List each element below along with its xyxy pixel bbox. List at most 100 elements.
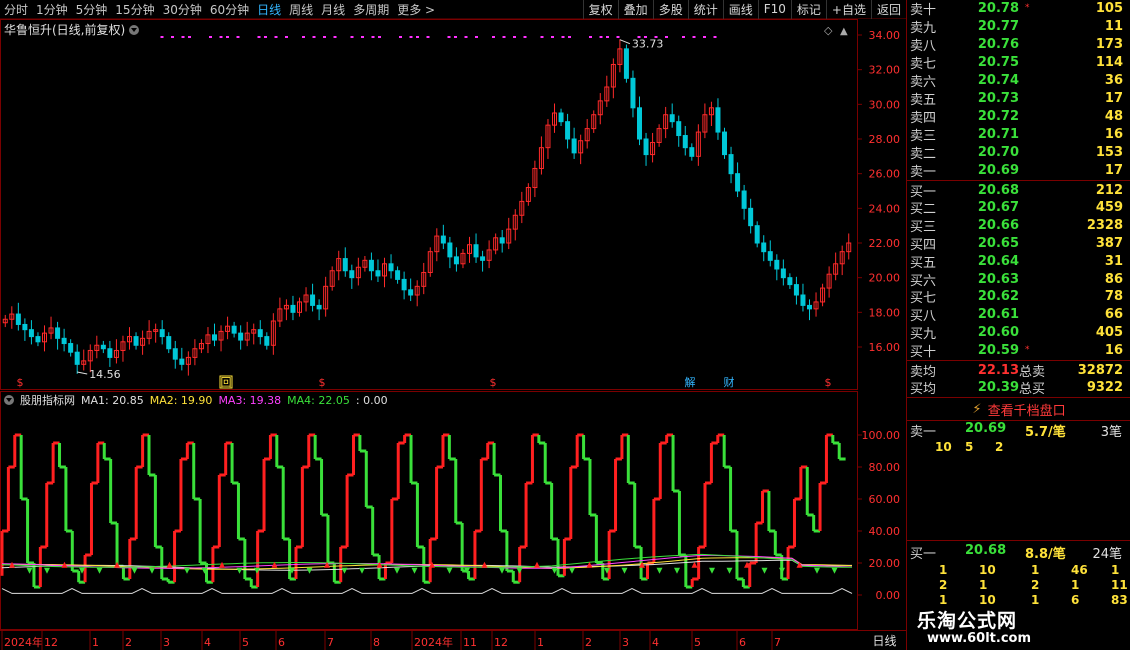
tab-timeframe-1[interactable]: 1分钟: [32, 1, 72, 18]
event-marker[interactable]: 财: [724, 375, 735, 389]
tool-button-8[interactable]: 返回: [870, 0, 906, 19]
tool-button-3[interactable]: 统计: [687, 0, 723, 19]
candle-body: [100, 344, 106, 350]
ask-label: 卖七: [910, 56, 937, 72]
bid-volume: 405: [1095, 324, 1123, 340]
event-marker[interactable]: $: [319, 376, 326, 389]
ask-label: 卖六: [910, 74, 937, 90]
signal-dot: [312, 36, 316, 38]
candle-body: [807, 304, 812, 310]
tool-button-6[interactable]: 标记: [790, 0, 826, 19]
bid-row-4[interactable]: 买五 20.64 31: [907, 252, 1130, 271]
bid-row-7[interactable]: 买八 20.61 66: [907, 306, 1130, 324]
ask-row-7[interactable]: 卖三 20.71 16: [907, 125, 1130, 144]
ask-row-9[interactable]: 卖一 20.69 17: [907, 161, 1130, 180]
ask-label: 卖八: [910, 38, 937, 54]
tab-timeframe-0[interactable]: 分时: [0, 1, 32, 18]
event-marker[interactable]: $: [825, 376, 832, 389]
event-marker[interactable]: 解: [685, 375, 696, 389]
bid-row-2[interactable]: 买三 20.66 2328: [907, 217, 1130, 235]
event-marker[interactable]: $: [17, 376, 24, 389]
candle-body: [748, 207, 754, 227]
signal-dot: [654, 36, 658, 38]
chart-area[interactable]: 34.0032.0030.0028.0026.0024.0022.0020.00…: [0, 19, 906, 650]
bid-row-0[interactable]: 买一 20.68 212: [907, 181, 1130, 200]
depth-button[interactable]: ⚡ 查看千档盘口: [907, 399, 1130, 419]
sell-arrow: [726, 567, 733, 574]
signal-dot: [540, 36, 544, 38]
ask-row-6[interactable]: 卖四 20.72 48: [907, 107, 1130, 126]
tab-timeframe-4[interactable]: 30分钟: [159, 1, 206, 18]
signal-dot: [226, 36, 229, 38]
ask-row-1[interactable]: 卖九 20.77 11: [907, 17, 1130, 36]
tool-button-0[interactable]: 复权: [582, 0, 618, 19]
tool-button-5[interactable]: F10: [757, 0, 791, 19]
ask-row-0[interactable]: 卖十 20.78 * 105: [907, 0, 1130, 18]
bid1-queue-item: 1: [939, 563, 948, 577]
bid-row-1[interactable]: 买二 20.67 459: [907, 199, 1130, 217]
candle-body: [565, 121, 571, 140]
bid-row-8[interactable]: 买九 20.60 405: [907, 323, 1130, 342]
ask-row-3[interactable]: 卖七 20.75 114: [907, 53, 1130, 72]
sell-arrow: [411, 567, 418, 574]
diamond-icon[interactable]: ◇: [824, 24, 833, 37]
signal-dot: [285, 36, 288, 38]
candle-body: [735, 173, 741, 192]
tab-timeframe-3[interactable]: 15分钟: [111, 1, 158, 18]
tool-button-2[interactable]: 多股: [652, 0, 688, 19]
candle-body: [761, 242, 767, 253]
signal-dot: [502, 36, 506, 38]
summary-price: 22.13: [977, 362, 1019, 378]
candle-body: [166, 336, 172, 350]
ask-row-2[interactable]: 卖八 20.76 173: [907, 35, 1130, 54]
tab-timeframe-5[interactable]: 60分钟: [206, 1, 253, 18]
bid-price: 20.64: [977, 253, 1019, 269]
candle-body: [342, 258, 348, 272]
sell-arrow: [621, 567, 628, 574]
depth-button-label: 查看千档盘口: [987, 403, 1066, 419]
tab-timeframe-2[interactable]: 5分钟: [72, 1, 112, 18]
ask-row-5[interactable]: 卖五 20.73 17: [907, 89, 1130, 108]
bid-row-9[interactable]: 买十 20.59 * 16: [907, 341, 1130, 360]
ask-row-4[interactable]: 卖六 20.74 36: [907, 71, 1130, 90]
tool-button-4[interactable]: 画线: [722, 0, 758, 19]
bid-volume: 387: [1095, 235, 1123, 251]
main-y-tick-label: 30.00: [869, 98, 901, 111]
bid-row-3[interactable]: 买四 20.65 387: [907, 234, 1130, 253]
signal-dot: [561, 36, 565, 38]
event-marker[interactable]: 回: [221, 376, 232, 389]
x-tick-label: 3: [163, 636, 170, 649]
tab-timeframe-9[interactable]: 多周期: [349, 1, 393, 18]
scroll-up-icon[interactable]: ▲: [840, 26, 848, 37]
tab-timeframe-6[interactable]: 日线: [253, 1, 285, 18]
ma3-label: MA3: 19.38: [218, 393, 282, 407]
signal-dot: [599, 36, 603, 38]
bid-row-5[interactable]: 买六 20.63 86: [907, 270, 1130, 289]
ask-price: 20.77: [977, 18, 1019, 34]
candle-body: [68, 343, 74, 353]
tab-timeframe-8[interactable]: 月线: [317, 1, 349, 18]
tab-timeframe-7[interactable]: 周线: [285, 1, 317, 18]
bid1-queue-item: 1: [1031, 563, 1040, 577]
chart-menu-icon[interactable]: [129, 24, 140, 35]
ask1-price: 20.69: [965, 421, 1007, 436]
indicator-extra: : 0.00: [355, 393, 388, 407]
bid-label: 买四: [910, 237, 937, 253]
ask-label: 卖三: [910, 128, 937, 144]
tool-button-7[interactable]: +自选: [825, 0, 871, 19]
tool-button-1[interactable]: 叠加: [617, 0, 653, 19]
bid1-price: 20.68: [965, 543, 1007, 558]
summary-volume: 9322: [1086, 379, 1123, 395]
ask-price: 20.73: [977, 90, 1019, 106]
indicator-name[interactable]: 股朋指标网: [20, 392, 75, 408]
indicator-menu-icon[interactable]: [4, 395, 14, 405]
candle-body: [15, 313, 21, 325]
event-marker[interactable]: $: [490, 376, 497, 389]
tab-timeframe-10[interactable]: 更多 >: [393, 1, 439, 18]
period-label[interactable]: 日线: [863, 631, 906, 650]
bid-row-6[interactable]: 买七 20.62 78: [907, 288, 1130, 306]
chart-title: 华鲁恒升(日线,前复权): [4, 23, 126, 37]
main-y-tick-label: 34.00: [869, 29, 901, 42]
ask-row-8[interactable]: 卖二 20.70 153: [907, 143, 1130, 162]
ask-label: 卖九: [910, 20, 937, 36]
